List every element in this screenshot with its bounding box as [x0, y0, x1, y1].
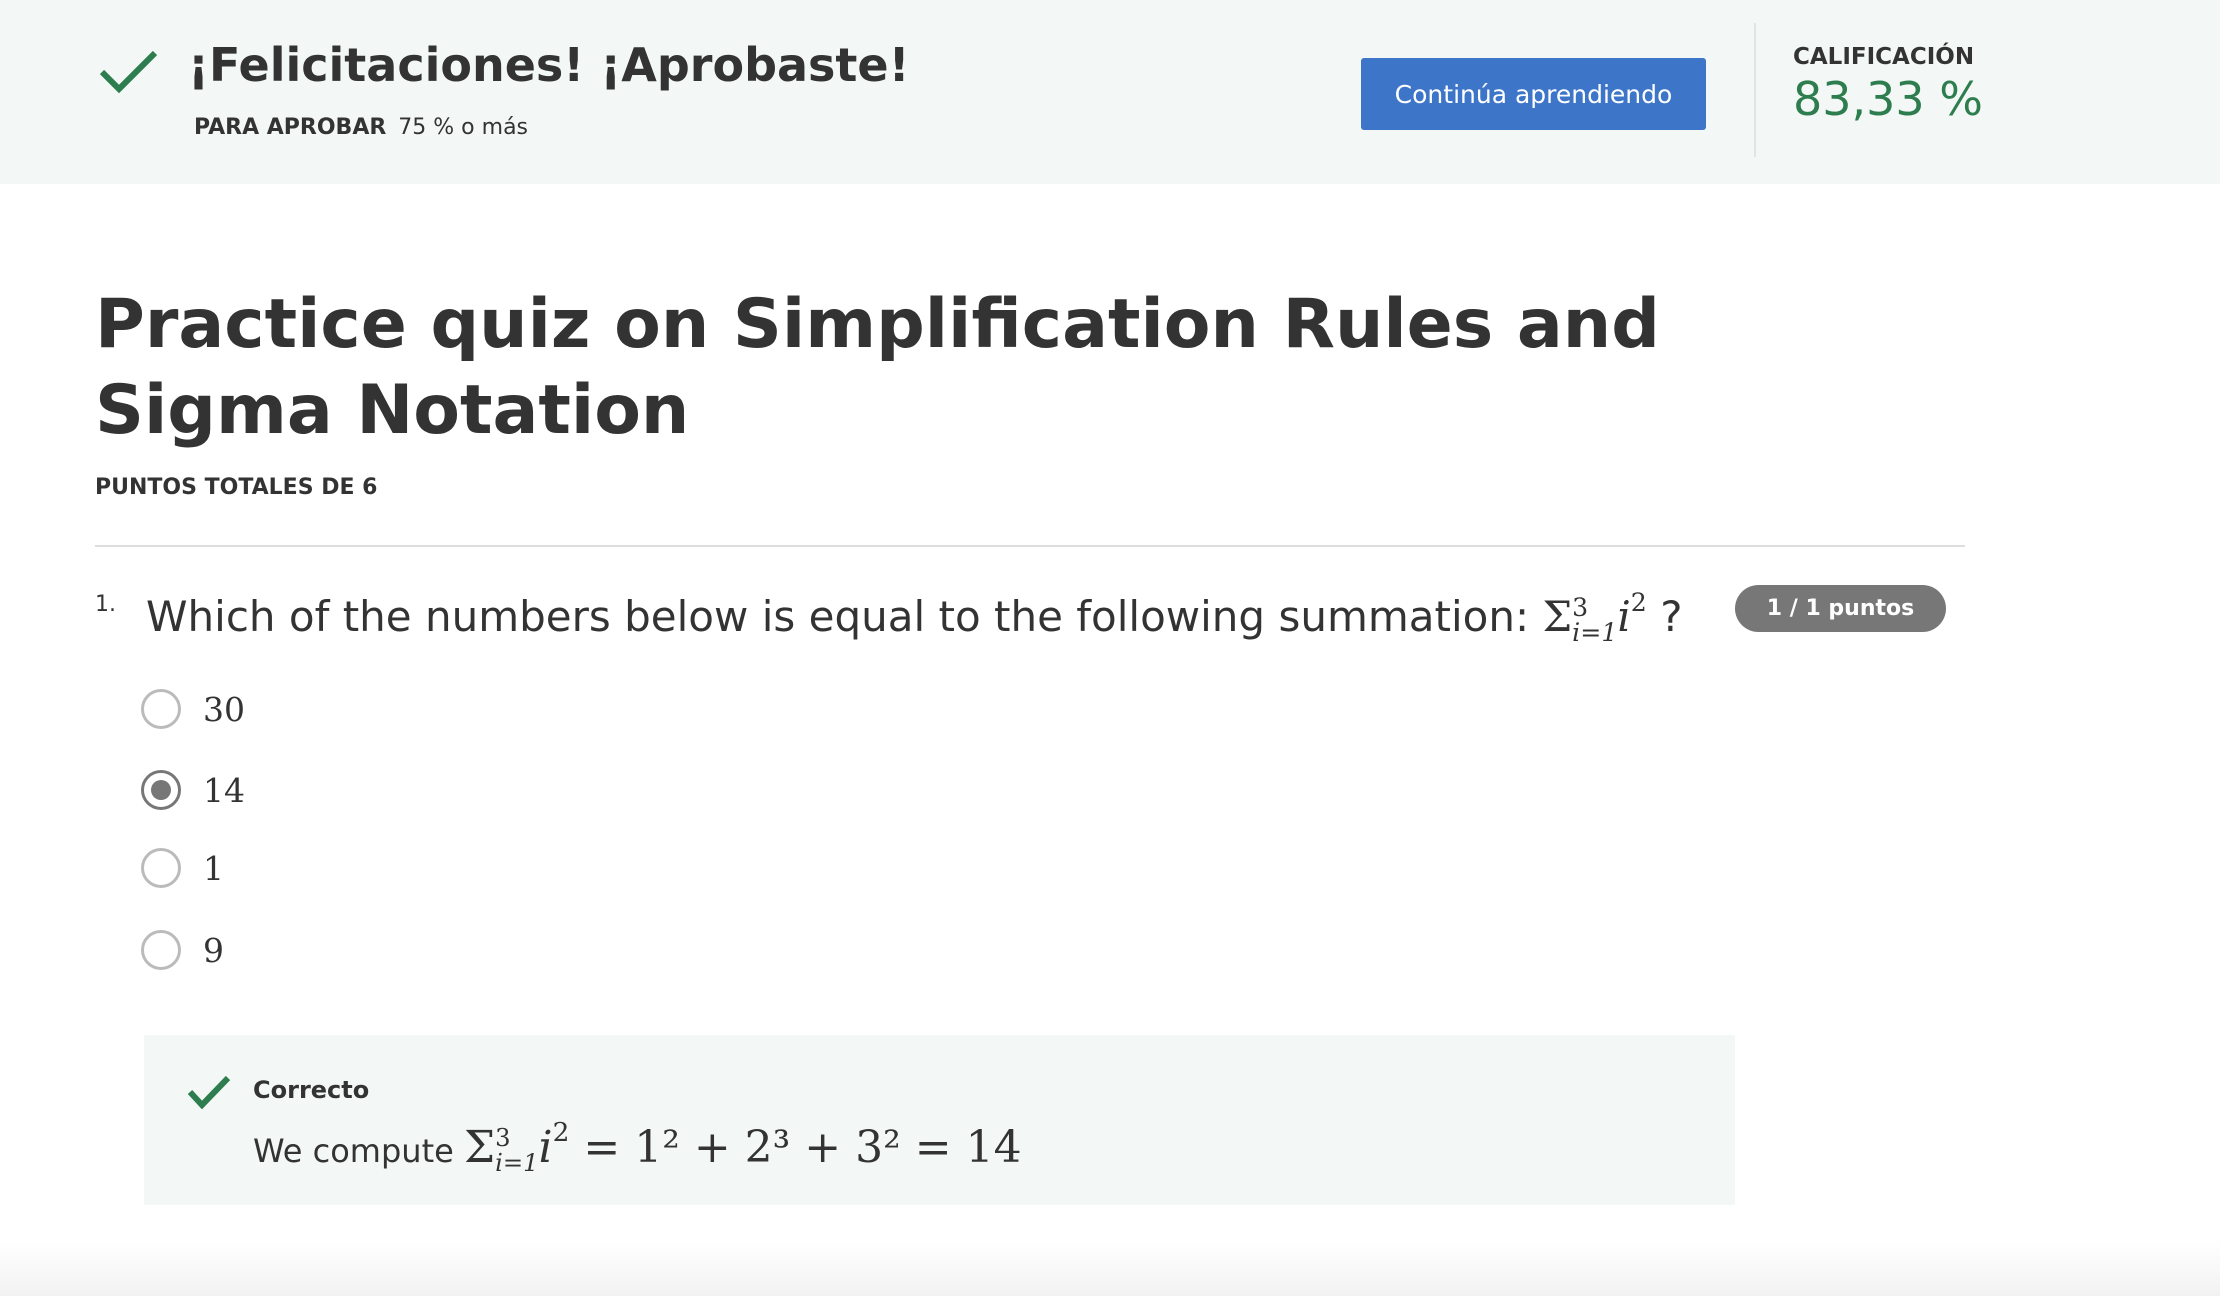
feedback-explanation: We compute Σ 3 i=1 i2 = 1² + 2³ + 3² = 14 — [253, 1117, 1022, 1177]
divider — [1754, 23, 1756, 157]
option-9[interactable]: 9 — [141, 928, 224, 972]
feedback-status: Correcto — [253, 1076, 370, 1104]
grade-value: 83,33 % — [1793, 72, 1984, 126]
grade-label: CALIFICACIÓN — [1793, 44, 1975, 70]
question-number: 1. — [95, 592, 116, 617]
pass-value: 75 % o más — [398, 115, 529, 140]
feedback-formula: Σ 3 i=1 i2 = 1² + 2³ + 3² = 14 — [463, 1117, 1022, 1177]
question-prompt: Which of the numbers below is equal to t… — [146, 592, 1530, 642]
total-points: PUNTOS TOTALES DE 6 — [95, 475, 378, 500]
pass-requirement: PARA APROBAR 75 % o más — [194, 115, 528, 140]
score-badge: 1 / 1 puntos — [1735, 585, 1946, 632]
bottom-shadow — [0, 1240, 2220, 1296]
continue-learning-button[interactable]: Continúa aprendiendo — [1361, 58, 1706, 130]
check-icon — [99, 50, 158, 94]
question-text: Which of the numbers below is equal to t… — [146, 588, 1683, 648]
option-30[interactable]: 30 — [141, 687, 245, 731]
radio-button-selected[interactable] — [141, 770, 181, 810]
summation-formula: Σ 3 i=1 i2 — [1542, 588, 1647, 648]
page-title: Practice quiz on Simplification Rules an… — [95, 285, 1660, 450]
check-icon — [187, 1075, 231, 1109]
result-banner: ¡Felicitaciones! ¡Aprobaste! PARA APROBA… — [0, 0, 2220, 184]
radio-button[interactable] — [141, 930, 181, 970]
result-title: ¡Felicitaciones! ¡Aprobaste! — [188, 38, 910, 92]
divider — [95, 545, 1965, 547]
radio-button[interactable] — [141, 848, 181, 888]
feedback-box: Correcto We compute Σ 3 i=1 i2 = 1² + 2³ + … — [144, 1035, 1735, 1205]
option-1[interactable]: 1 — [141, 846, 224, 890]
option-14[interactable]: 14 — [141, 768, 245, 812]
radio-button[interactable] — [141, 689, 181, 729]
pass-label: PARA APROBAR — [194, 115, 387, 140]
